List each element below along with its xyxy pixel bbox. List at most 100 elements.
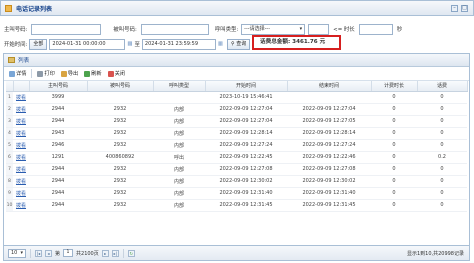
pager: 10 ▾ |◂ ◂ 第 1 共2100页 ▸ ▸| ↻ 显示1到10,共20998… [3,245,470,261]
cell-callee: 2932 [87,199,153,212]
cell-type: 内部 [153,175,205,188]
export-button[interactable]: 导出 [59,68,80,79]
row-number: 9 [6,187,13,200]
duration-max-input[interactable] [358,23,393,35]
maximize-icon[interactable]: □ [461,5,468,12]
row-number: 1 [6,91,13,104]
all-button[interactable]: 全部 [29,38,48,50]
caller-input[interactable] [31,23,102,35]
cell-fee: 0 [417,163,467,176]
cell-start-time: 2022-09-09 12:28:14 [205,127,287,140]
cell-type: 内部 [153,163,205,176]
table-row[interactable]: 7 拨看 2944 2932 内部 2022-09-09 12:27:08 2022-09-… [6,163,467,176]
cell-fee: 0 [417,139,467,152]
cell-billing: 0 [371,151,417,164]
column-header-op [13,81,30,92]
column-header-fee[interactable]: 话费 [417,81,468,92]
toolbar: 详情 打印 导出 刷新 关闭 [4,67,469,81]
records-table: 主叫号码 被叫号码 呼叫类型 开始时间 结束时间 计费时长 话费 1 拨看 3999… [6,81,468,212]
refresh-button[interactable]: 刷新 [82,68,103,79]
column-header-callee[interactable]: 被叫号码 [87,81,154,92]
row-action-link[interactable]: 拨看 [13,187,29,200]
refresh-icon[interactable]: ↻ [127,249,135,257]
row-action-link[interactable]: 拨看 [13,199,29,212]
cell-start-time: 2022-09-09 12:27:08 [205,163,287,176]
refresh-icon [84,70,91,77]
cell-caller: 2944 [29,199,87,212]
pager-summary: 显示1到10,共20998记录 [406,250,464,257]
pager-divider [122,248,124,258]
table-row[interactable]: 8 拨看 2944 2932 内部 2022-09-09 12:30:02 2022-09-… [6,175,467,188]
prev-page-icon[interactable]: ◂ [45,249,52,257]
row-action-link[interactable]: 拨看 [13,151,29,164]
start-from-input[interactable]: 2024-01-31 00:00:00 [49,38,126,50]
column-header-start[interactable]: 开始时间 [205,81,288,92]
cell-caller: 2944 [29,115,87,128]
cell-fee: 0 [417,91,467,104]
cell-callee: 2932 [87,127,153,140]
table-row[interactable]: 4 拨看 2943 2932 内部 2022-09-09 12:28:14 2022-09-… [6,127,467,140]
next-page-icon[interactable]: ▸ [101,249,109,257]
last-page-icon[interactable]: ▸| [111,249,119,257]
cell-callee: 2932 [87,163,153,176]
query-button-label: 查询 [236,40,247,47]
callee-input[interactable] [140,23,209,35]
column-header-type[interactable]: 呼叫类型 [153,81,206,92]
calendar-icon[interactable]: ▦ [127,41,132,47]
cell-billing: 0 [371,199,417,212]
cell-callee: 2932 [87,115,153,128]
call-type-select[interactable]: ---请选择--- ▾ [241,23,306,35]
page-size-select[interactable]: 10 ▾ [8,248,26,258]
start-to-input[interactable]: 2024-01-31 23:59:59 [141,38,216,50]
detail-icon [9,70,15,77]
table-row[interactable]: 1 拨看 3999 2023-10-19 15:46:41 0 0 [6,91,467,104]
cell-type: 呼出 [153,151,205,164]
cell-fee: 0 [417,175,467,188]
row-action-link[interactable]: 拨看 [13,127,29,140]
row-action-link[interactable]: 拨看 [13,91,29,104]
detail-button[interactable]: 详情 [7,68,28,79]
cell-type: 内部 [153,103,205,116]
minimize-icon[interactable]: – [451,5,458,12]
row-number: 2 [6,103,13,116]
query-button[interactable]: ⚲ 查询 [227,38,251,50]
row-action-link[interactable]: 拨看 [13,115,29,128]
table-row[interactable]: 2 拨看 2944 2932 内部 2022-09-09 12:27:04 2022-09-… [6,103,467,116]
row-number: 5 [6,139,13,152]
table-row[interactable]: 5 拨看 2946 2932 内部 2022-09-09 12:27:24 2022-09-… [6,139,467,152]
row-number: 10 [6,199,13,212]
row-action-link[interactable]: 拨看 [13,163,29,176]
cell-end-time: 2022-09-09 12:27:05 [287,115,371,128]
table-row[interactable]: 6 拨看 1291 400860892 呼出 2022-09-09 12:22:45 202… [6,151,467,164]
table-row[interactable]: 9 拨看 2944 2932 内部 2022-09-09 12:31:40 2022-09-… [6,187,467,200]
row-action-link[interactable]: 拨看 [13,175,29,188]
table-row[interactable]: 10 拨看 2944 2932 内部 2022-09-09 12:31:45 2022-09… [6,199,467,212]
cell-fee: 0 [417,187,467,200]
column-header-end[interactable]: 结束时间 [287,81,372,92]
export-icon [60,70,67,77]
calendar-icon[interactable]: ▦ [218,41,223,47]
close-icon [107,70,114,77]
row-action-link[interactable]: 拨看 [13,139,29,152]
row-number: 3 [6,115,13,128]
cell-start-time: 2022-09-09 12:27:24 [205,139,287,152]
page-input[interactable]: 1 [63,249,74,257]
column-header-caller[interactable]: 主叫号码 [29,81,88,92]
close-button[interactable]: 关闭 [106,68,127,79]
row-action-link[interactable]: 拨看 [13,103,29,116]
panel-header: 列表 [4,54,469,67]
duration-op-label: <= 时长 [333,27,355,33]
cell-billing: 0 [371,103,417,116]
first-page-icon[interactable]: |◂ [35,249,42,257]
cell-callee: 400860892 [87,151,153,164]
duration-min-input[interactable] [308,23,330,35]
list-icon [8,57,15,63]
cell-caller: 2946 [29,139,87,152]
column-header-billing[interactable]: 计费时长 [371,81,418,92]
cell-end-time: 2022-09-09 12:30:02 [287,175,371,188]
callee-label: 被叫号码: [113,27,137,33]
cell-callee: 2932 [87,187,153,200]
print-button[interactable]: 打印 [35,68,56,79]
cell-caller: 2944 [29,103,87,116]
table-row[interactable]: 3 拨看 2944 2932 内部 2022-09-09 12:27:04 2022-09-… [6,115,467,128]
